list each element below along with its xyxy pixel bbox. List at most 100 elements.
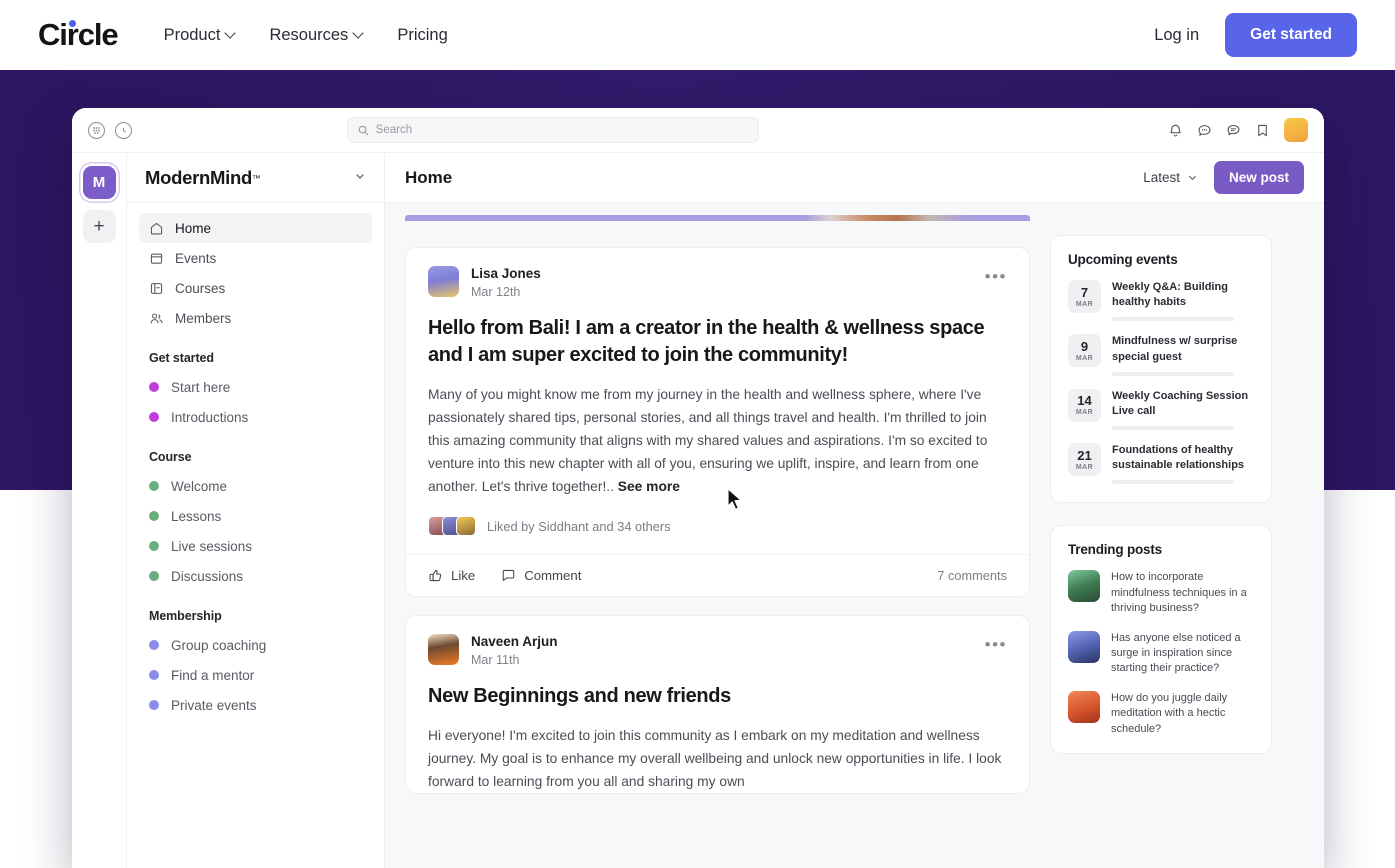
sidebar-item-find-a-mentor[interactable]: Find a mentor <box>127 660 384 690</box>
event-text: Mindfulness w/ surprise special guest <box>1112 334 1254 376</box>
post-body-text: Many of you might know me from my journe… <box>428 386 988 494</box>
avatar <box>456 516 476 537</box>
chevron-down-icon <box>354 169 366 187</box>
banner-card-sliver[interactable] <box>405 215 1030 221</box>
workspace-switcher[interactable]: ModernMind ™ <box>127 153 384 203</box>
login-link[interactable]: Log in <box>1154 26 1199 45</box>
sidebar-item-members[interactable]: Members <box>139 303 372 333</box>
liker-avatars <box>428 516 476 537</box>
trending-post-text: Has anyone else noticed a surge in inspi… <box>1111 631 1241 675</box>
sidebar-item-courses[interactable]: Courses <box>139 273 372 303</box>
sidebar-item-discussions[interactable]: Discussions <box>127 561 384 591</box>
space-dot-icon <box>149 541 159 551</box>
search-placeholder: Search <box>375 124 413 136</box>
nav-item-resources[interactable]: Resources <box>269 26 363 45</box>
comment-count[interactable]: 7 comments <box>937 568 1007 583</box>
event-placeholder-bar <box>1112 426 1235 431</box>
trending-post-item[interactable]: How do you juggle daily meditation with … <box>1068 690 1254 737</box>
upcoming-events-card: Upcoming events 7 MAR Weekly Q&A: Buildi… <box>1050 235 1272 504</box>
nav-item-resources-label: Resources <box>269 25 349 44</box>
aside-column: Upcoming events 7 MAR Weekly Q&A: Buildi… <box>1050 203 1272 868</box>
event-text: Weekly Coaching Session Live call <box>1112 389 1254 431</box>
post-title[interactable]: New Beginnings and new friends <box>406 667 1029 710</box>
avatar <box>1068 570 1100 603</box>
nav-item-product[interactable]: Product <box>164 26 236 45</box>
see-more-link[interactable]: See more <box>618 479 680 494</box>
trending-post-item[interactable]: How to incorporate mindfulness technique… <box>1068 570 1254 616</box>
post-title[interactable]: Hello from Bali! I am a creator in the h… <box>406 299 1029 369</box>
event-date-badge: 7 MAR <box>1068 280 1101 313</box>
app-body: M + ModernMind ™ Home Events Courses Mem… <box>72 153 1324 868</box>
post-body: Hi everyone! I'm excited to join this co… <box>428 727 1002 789</box>
event-month: MAR <box>1075 409 1094 417</box>
comment-icon <box>502 569 515 582</box>
bell-icon[interactable] <box>1168 123 1183 138</box>
post-options-button[interactable]: ••• <box>985 634 1007 653</box>
sidebar-item-home[interactable]: Home <box>139 213 372 243</box>
likes-text[interactable]: Liked by Siddhant and 34 others <box>487 519 671 534</box>
new-post-button[interactable]: New post <box>1213 161 1304 194</box>
event-item[interactable]: 14 MAR Weekly Coaching Session Live call <box>1068 388 1254 431</box>
app-screenshot-window: Search M + ModernMind ™ Home Events Cour… <box>72 108 1324 868</box>
avatar[interactable] <box>1283 118 1308 142</box>
comment-button[interactable]: Comment <box>501 568 581 583</box>
like-button[interactable]: Like <box>428 568 475 583</box>
event-day: 7 <box>1080 284 1089 300</box>
event-name: Weekly Coaching Session Live call <box>1112 389 1249 417</box>
post-options-button[interactable]: ••• <box>985 266 1007 285</box>
workspace-name: ModernMind <box>145 166 252 188</box>
post-author-block: Naveen Arjun Mar 11th <box>471 634 558 667</box>
event-name: Weekly Q&A: Building healthy habits <box>1112 281 1228 309</box>
sidebar-nav: Home Events Courses Members <box>127 203 384 333</box>
post-author-name[interactable]: Lisa Jones <box>471 266 541 283</box>
bookmark-icon[interactable] <box>1255 123 1270 138</box>
clock-icon[interactable] <box>115 121 132 139</box>
sort-dropdown[interactable]: Latest <box>1143 170 1198 185</box>
sidebar-item-private-events[interactable]: Private events <box>127 690 384 720</box>
messages-icon[interactable] <box>1226 123 1241 138</box>
sidebar-item-start-here[interactable]: Start here <box>127 372 384 402</box>
space-dot-icon <box>149 571 159 581</box>
chevron-down-icon <box>226 29 235 38</box>
sidebar-group-membership-title: Membership <box>149 609 222 623</box>
event-item[interactable]: 9 MAR Mindfulness w/ surprise special gu… <box>1068 334 1254 376</box>
sidebar-item-events[interactable]: Events <box>139 243 372 273</box>
trending-post-item[interactable]: Has anyone else noticed a surge in inspi… <box>1068 630 1254 677</box>
sidebar: ModernMind ™ Home Events Courses Members… <box>127 153 385 868</box>
search-icon <box>358 125 368 135</box>
trending-posts-title: Trending posts <box>1068 542 1162 558</box>
sidebar-item-live-sessions[interactable]: Live sessions <box>127 531 384 561</box>
sidebar-item-introductions[interactable]: Introductions <box>127 402 384 432</box>
avatar <box>1068 630 1100 663</box>
content-header: Home Latest New post <box>385 153 1324 203</box>
event-item[interactable]: 7 MAR Weekly Q&A: Building healthy habit… <box>1068 280 1254 322</box>
circle-logo[interactable]: Circle <box>38 17 119 53</box>
search-input[interactable]: Search <box>346 117 759 143</box>
event-day: 14 <box>1077 393 1092 409</box>
event-name: Mindfulness w/ surprise special guest <box>1112 335 1238 363</box>
sidebar-item-group-coaching[interactable]: Group coaching <box>127 630 384 660</box>
chat-icon[interactable] <box>1197 123 1212 138</box>
add-workspace-button[interactable]: + <box>82 210 116 243</box>
sidebar-group-get-started-title: Get started <box>149 351 214 365</box>
event-placeholder-bar <box>1112 371 1235 376</box>
trending-post-text: How do you juggle daily meditation with … <box>1111 691 1228 735</box>
brand-text: Circle <box>38 17 119 52</box>
nav-item-pricing[interactable]: Pricing <box>397 26 447 45</box>
get-started-button[interactable]: Get started <box>1225 13 1357 57</box>
event-item[interactable]: 21 MAR Foundations of healthy sustainabl… <box>1068 443 1254 485</box>
post-author-name[interactable]: Naveen Arjun <box>471 634 558 651</box>
sort-dropdown-label: Latest <box>1143 170 1180 185</box>
sidebar-item-lessons[interactable]: Lessons <box>127 501 384 531</box>
event-month: MAR <box>1075 463 1094 471</box>
sidebar-item-welcome[interactable]: Welcome <box>127 471 384 501</box>
workspace-avatar[interactable]: M <box>82 166 116 199</box>
sidebar-item-introductions-label: Introductions <box>171 409 249 425</box>
home-icon <box>150 222 163 234</box>
avatar[interactable] <box>428 266 459 297</box>
feed-layout: Lisa Jones Mar 12th ••• Hello from Bali!… <box>385 203 1324 868</box>
avatar[interactable] <box>428 634 459 666</box>
event-name: Foundations of healthy sustainable relat… <box>1112 444 1245 472</box>
sidebar-item-home-label: Home <box>175 220 212 236</box>
apps-grid-icon[interactable] <box>88 121 105 139</box>
